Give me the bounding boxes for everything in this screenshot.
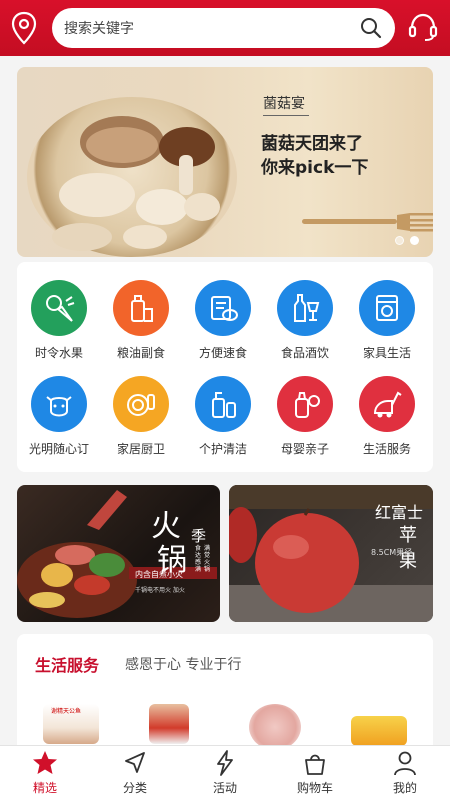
lightning-icon	[217, 750, 233, 776]
tab-cart[interactable]: 购物车	[270, 746, 360, 800]
search-input[interactable]: 搜索关键字	[52, 8, 395, 48]
promo-banner[interactable]: 菌菇宴 菌菇天团来了 你来pick一下	[17, 67, 433, 257]
bottom-tab-bar: 精选 分类 活动 购物车 我的	[0, 745, 450, 800]
washing-machine-icon	[359, 280, 415, 336]
product-thumb-meat[interactable]	[249, 704, 301, 750]
category-home-life[interactable]: 家具生活	[347, 268, 427, 368]
mushroom-plate-image	[27, 97, 237, 257]
category-grid: 时令水果 粮油副食 方便速食 食品酒饮 家具生活 光明随心订 家居厨卫 个护清洁…	[17, 262, 433, 472]
life-services-subtitle: 感恩于心 专业于行	[125, 657, 242, 673]
category-label: 粮油副食	[116, 346, 165, 360]
banner-indicator-dot-active[interactable]	[410, 236, 419, 245]
tab-mine[interactable]: 我的	[360, 746, 450, 800]
drinks-icon	[277, 280, 333, 336]
category-mother-baby[interactable]: 母婴亲子	[265, 364, 345, 464]
search-placeholder: 搜索关键字	[64, 21, 134, 37]
grain-oil-icon	[113, 280, 169, 336]
category-personal-care[interactable]: 个护清洁	[183, 364, 263, 464]
cleaning-plate-icon	[113, 376, 169, 432]
apple-promo-card[interactable]: 红富士 苹果 8.5CM果径	[229, 485, 433, 622]
bottles-icon	[195, 376, 251, 432]
hotpot-bottom-text: 千锅电不用火 加火	[135, 587, 185, 594]
product-label: 谢精天公鱼	[51, 708, 82, 715]
hotpot-vertical-1: 食达感满	[195, 545, 202, 573]
star-icon	[33, 751, 57, 774]
tab-label: 分类	[122, 781, 147, 795]
banner-title-line1: 菌菇天团来了	[261, 134, 363, 154]
instant-food-icon	[195, 280, 251, 336]
tab-activity[interactable]: 活动	[180, 746, 270, 800]
banner-indicator-dot[interactable]	[395, 236, 404, 245]
category-life-services[interactable]: 生活服务	[347, 364, 427, 464]
category-label: 食品酒饮	[280, 346, 329, 360]
person-icon	[394, 751, 416, 776]
tab-label: 我的	[392, 781, 417, 795]
tab-category[interactable]: 分类	[90, 746, 180, 800]
hotpot-vertical-2: 满觉火锅	[204, 545, 211, 573]
apple-title-line1: 红富士	[375, 503, 424, 522]
product-thumb-chicken[interactable]: 谢精天公鱼	[43, 704, 99, 744]
category-kitchen-bath[interactable]: 家居厨卫	[101, 364, 181, 464]
tab-label: 活动	[212, 781, 237, 795]
banner-tag-underline	[263, 115, 309, 116]
category-label: 生活服务	[362, 442, 411, 456]
tab-label: 购物车	[296, 781, 333, 795]
category-fruits[interactable]: 时令水果	[19, 268, 99, 368]
category-label: 个护清洁	[198, 442, 247, 456]
baby-bottle-icon	[277, 376, 333, 432]
category-instant-food[interactable]: 方便速食	[183, 268, 263, 368]
product-thumb-box[interactable]	[351, 716, 407, 746]
category-label: 家居厨卫	[116, 442, 165, 456]
location-pin-icon[interactable]	[8, 10, 40, 46]
hotpot-small-char: 季	[191, 527, 207, 545]
search-icon[interactable]	[359, 16, 383, 40]
category-label: 光明随心订	[28, 442, 89, 456]
category-drinks[interactable]: 食品酒饮	[265, 268, 345, 368]
cart-basket-icon	[305, 754, 325, 775]
fork-image	[302, 213, 433, 232]
compass-arrow-icon	[125, 752, 145, 773]
category-label: 方便速食	[198, 346, 247, 360]
tab-label: 精选	[32, 781, 57, 795]
hotpot-promo-card[interactable]: 火 锅 季 食达感满 满觉火锅 内含自煮小火 千锅电不用火 加火	[17, 485, 220, 622]
category-label: 时令水果	[34, 346, 83, 360]
category-bright-subscription[interactable]: 光明随心订	[19, 364, 99, 464]
vacuum-icon	[359, 376, 415, 432]
customer-service-icon[interactable]	[406, 10, 440, 44]
product-thumb-flour[interactable]	[149, 704, 189, 744]
category-grain-oil[interactable]: 粮油副食	[101, 268, 181, 368]
banner-title-line2: 你来pick一下	[261, 158, 369, 178]
category-label: 家具生活	[362, 346, 411, 360]
apple-size-label: 8.5CM果径	[371, 548, 413, 557]
fruit-veg-icon	[31, 280, 87, 336]
life-services-title: 生活服务	[35, 656, 100, 675]
banner-tag: 菌菇宴	[263, 96, 305, 112]
cow-icon	[31, 376, 87, 432]
hotpot-image	[17, 490, 217, 618]
top-header: 搜索关键字	[0, 0, 450, 56]
category-label: 母婴亲子	[280, 442, 329, 456]
tab-featured[interactable]: 精选	[0, 746, 90, 800]
hotpot-red-line: 内含自煮小火	[135, 570, 183, 579]
